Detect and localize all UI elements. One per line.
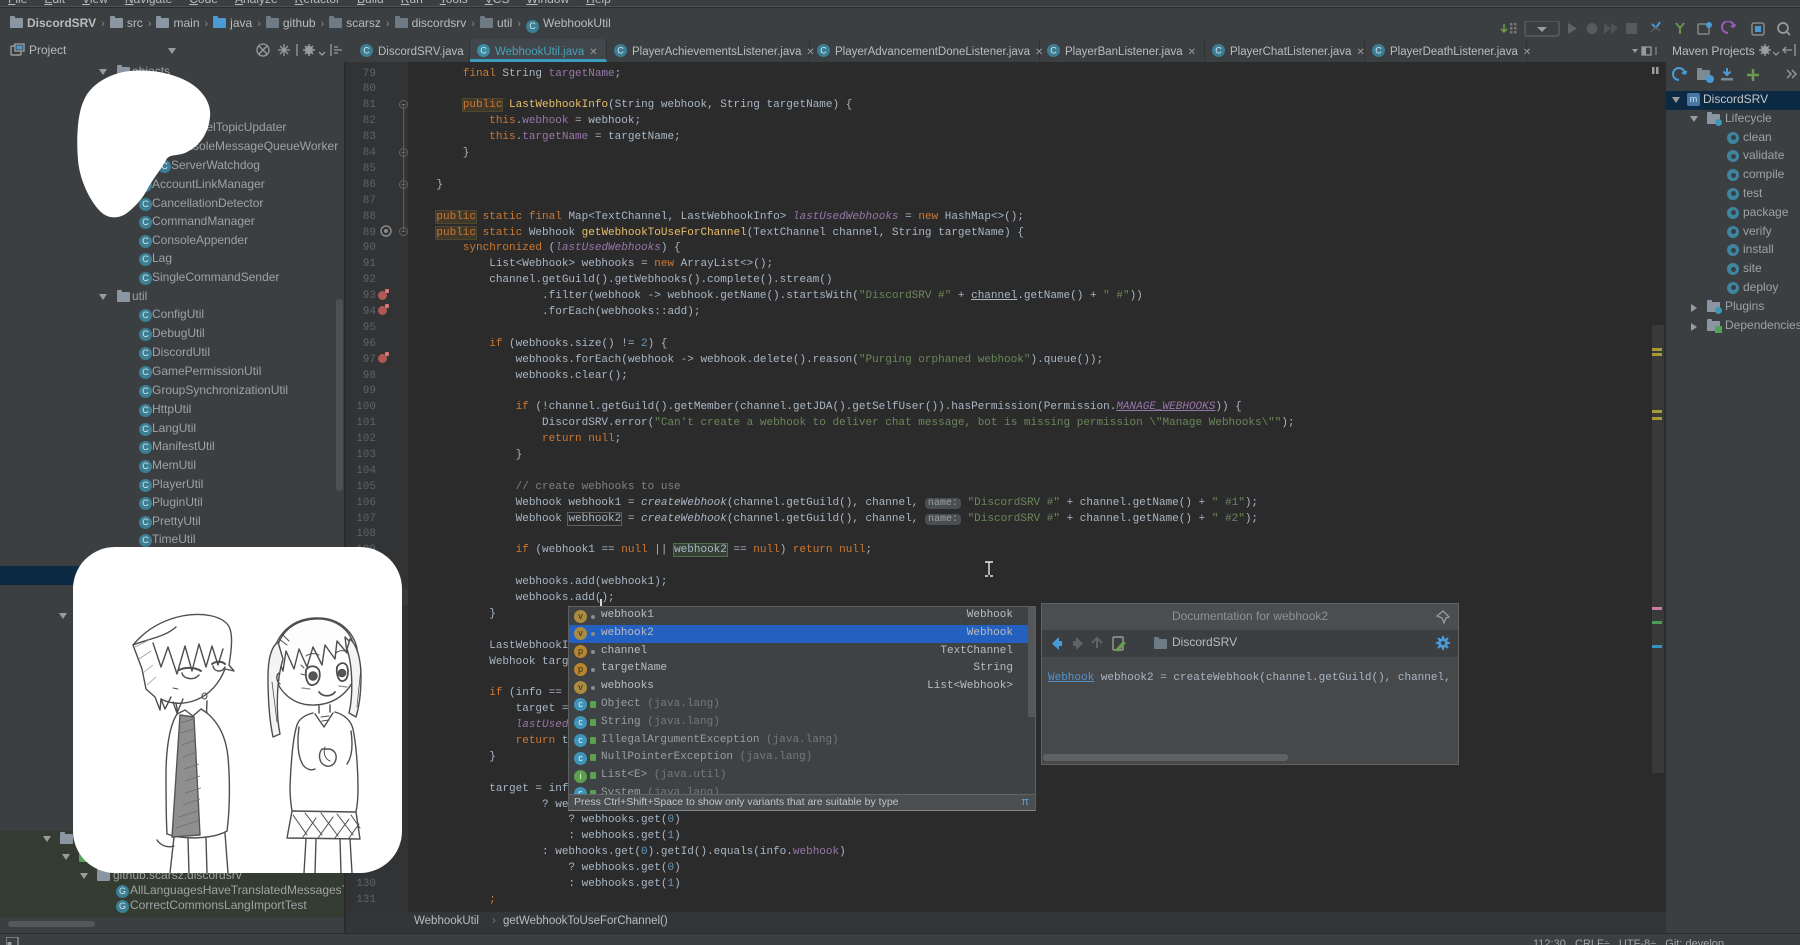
svg-text:C: C (820, 45, 827, 55)
svg-text:C: C (1375, 45, 1382, 55)
svg-text:C: C (617, 45, 624, 55)
svg-text:C: C (1215, 45, 1222, 55)
svg-text:C: C (480, 45, 487, 55)
svg-text:C: C (1050, 45, 1057, 55)
svg-text:C: C (363, 45, 370, 55)
